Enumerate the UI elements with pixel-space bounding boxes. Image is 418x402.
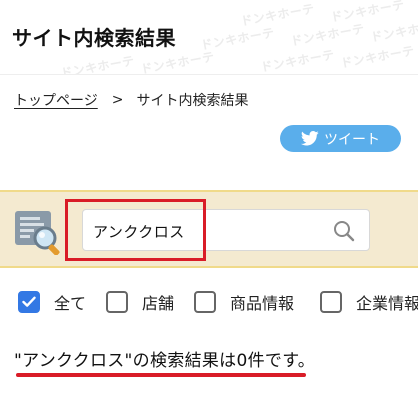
tweet-label: ツイート bbox=[324, 131, 380, 148]
filter-stores-label: 店舗 bbox=[142, 294, 175, 313]
filter-products-checkbox[interactable] bbox=[194, 291, 216, 313]
watermark-text: ドンキホーテ bbox=[59, 53, 136, 74]
filter-all-checkbox[interactable] bbox=[18, 291, 40, 313]
watermark-text: ドンキホーテ bbox=[139, 49, 216, 74]
search-band: アンククロス bbox=[0, 190, 418, 268]
breadcrumb-home-link[interactable]: トップページ bbox=[14, 90, 98, 110]
filter-all[interactable]: 全て bbox=[18, 290, 86, 314]
filter-corporate[interactable]: 企業情報 bbox=[320, 290, 418, 314]
header-divider bbox=[0, 74, 418, 75]
page-title: サイト内検索結果 bbox=[12, 26, 176, 50]
filter-products-label: 商品情報 bbox=[230, 294, 295, 313]
filter-products[interactable]: 商品情報 bbox=[194, 290, 294, 314]
page-header: ドンキホーテ ドンキホーテ ドンキホーテ ドンキホーテ ドンキホーテ ドンキホーテ ドンキホ… bbox=[0, 0, 418, 74]
twitter-bird-icon bbox=[301, 131, 319, 146]
watermark-text: ドンキホーテ bbox=[239, 1, 316, 29]
filter-stores-checkbox[interactable] bbox=[106, 291, 128, 313]
checkmark-icon bbox=[22, 296, 36, 307]
breadcrumb: トップページ > サイト内検索結果 bbox=[14, 90, 248, 110]
watermark-text: ドンキホーテ bbox=[329, 0, 406, 25]
breadcrumb-separator: > bbox=[111, 92, 124, 108]
highlight-box bbox=[65, 199, 206, 261]
watermark-text: ドンキホーテ bbox=[339, 43, 416, 71]
tweet-button[interactable]: ツイート bbox=[280, 125, 401, 152]
filter-corporate-label: 企業情報 bbox=[356, 294, 418, 313]
search-icon[interactable] bbox=[333, 220, 355, 242]
breadcrumb-current: サイト内検索結果 bbox=[136, 93, 249, 109]
site-search-icon bbox=[15, 211, 60, 255]
filter-all-label: 全て bbox=[54, 294, 87, 313]
filter-stores[interactable]: 店舗 bbox=[106, 290, 174, 314]
search-result-message: "アンククロス"の検索結果は0件です。 bbox=[14, 351, 316, 371]
search-filters: 全て 店舗 商品情報 企業情報 bbox=[0, 290, 418, 318]
watermark-text: ドンキホーテ bbox=[259, 47, 336, 74]
filter-corporate-checkbox[interactable] bbox=[320, 291, 342, 313]
highlight-underline bbox=[16, 373, 306, 377]
watermark-text: ドンキホーテ bbox=[289, 21, 366, 49]
